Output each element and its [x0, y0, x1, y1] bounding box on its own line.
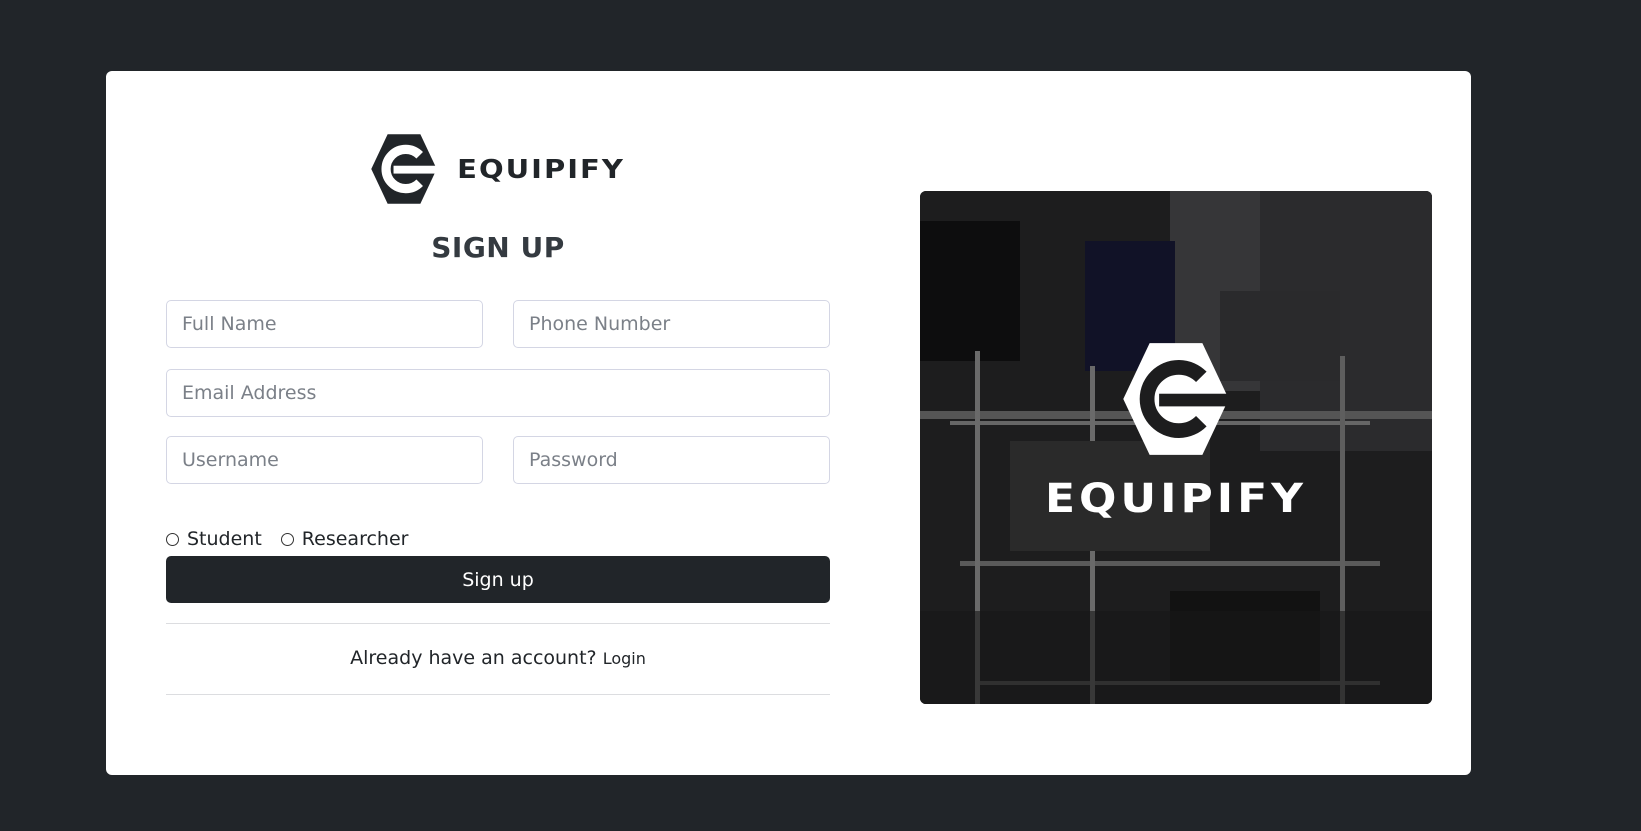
signup-form-panel: EQUIPIFY SIGN UP Student Researcher Sign… — [166, 71, 830, 775]
equipify-logo-icon — [371, 133, 438, 205]
sign-up-button[interactable]: Sign up — [166, 556, 830, 603]
brand-header: EQUIPIFY — [166, 133, 830, 205]
role-option-researcher[interactable]: Researcher — [280, 528, 409, 550]
username-input[interactable] — [166, 436, 483, 484]
role-option-student[interactable]: Student — [166, 528, 262, 550]
researcher-radio[interactable] — [280, 532, 294, 546]
signup-card: EQUIPIFY SIGN UP Student Researcher Sign… — [106, 71, 1471, 775]
role-selector: Student Researcher — [166, 525, 427, 553]
page-title: SIGN UP — [431, 231, 565, 264]
divider-top — [166, 623, 830, 624]
login-prompt-row: Already have an account? Login — [166, 647, 830, 669]
hero-brand-name: EQUIPIFY — [1044, 475, 1308, 522]
divider-bottom — [166, 694, 830, 695]
hero-brand: EQUIPIFY — [920, 341, 1432, 524]
hero-image: EQUIPIFY — [920, 191, 1432, 704]
password-input[interactable] — [513, 436, 830, 484]
full-name-input[interactable] — [166, 300, 483, 348]
equipify-hero-logo-icon — [1123, 341, 1233, 461]
student-label: Student — [187, 528, 262, 550]
brand-name: EQUIPIFY — [457, 153, 625, 185]
phone-number-input[interactable] — [513, 300, 830, 348]
researcher-label: Researcher — [301, 528, 409, 550]
login-prompt-text: Already have an account? — [350, 647, 597, 669]
login-link[interactable]: Login — [603, 649, 646, 668]
email-input[interactable] — [166, 369, 830, 417]
student-radio[interactable] — [166, 532, 179, 546]
